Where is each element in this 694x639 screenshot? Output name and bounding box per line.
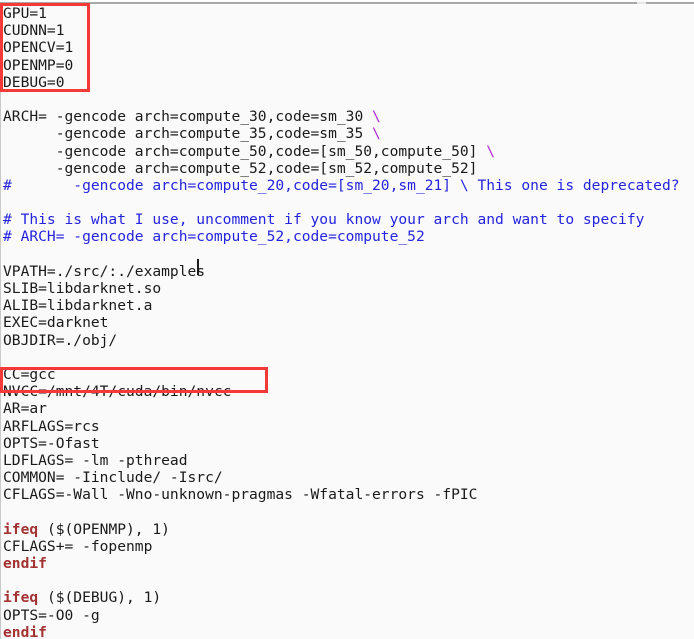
- code-token: # ARCH= -gencode arch=compute_52,code=co…: [3, 228, 425, 246]
- code-line: CC=gcc: [3, 366, 691, 383]
- code-line: DEBUG=0: [3, 74, 691, 91]
- code-token: EXEC=darknet: [3, 314, 109, 332]
- editor-left-gutter-edge: [0, 5, 1, 639]
- code-token: -gencode arch=compute_35,code=sm_35: [3, 125, 373, 143]
- code-token: -gencode arch=compute_50,code=[sm_50,com…: [3, 142, 487, 160]
- window-chrome-divider: [0, 2, 694, 4]
- code-line: NVCC=/mnt/4T/cuda/bin/nvcc: [3, 383, 691, 400]
- code-line: # -gencode arch=compute_20,code=[sm_20,s…: [3, 177, 691, 194]
- code-token: endif: [3, 623, 47, 639]
- code-line: OPTS=-Ofast: [3, 435, 691, 452]
- code-token: SLIB=libdarknet.so: [3, 280, 162, 297]
- code-token: ifeq: [3, 589, 39, 607]
- code-line: CUDNN=1: [3, 22, 691, 39]
- code-line: COMMON= -Iinclude/ -Isrc/: [3, 469, 691, 486]
- code-line: -gencode arch=compute_35,code=sm_35 \: [3, 125, 691, 142]
- code-token: ifeq: [3, 520, 39, 538]
- code-token: ($(DEBUG), 1): [38, 589, 162, 607]
- code-token: AR=ar: [3, 400, 47, 418]
- code-token: OBJDIR=./obj/: [3, 331, 118, 349]
- code-line: GPU=1: [3, 5, 691, 22]
- window-chrome-notch: [637, 2, 646, 4]
- code-token: \: [486, 142, 496, 160]
- code-token: \: [372, 108, 381, 126]
- code-line: EXEC=darknet: [3, 314, 691, 331]
- code-line: OBJDIR=./obj/: [3, 332, 691, 349]
- code-token: -gencode arch=compute_52,code=[sm_52,com…: [3, 159, 478, 177]
- code-token: GPU=1: [3, 5, 47, 22]
- code-token: LDFLAGS= -lm -pthread: [3, 451, 188, 469]
- code-line: ARCH= -gencode arch=compute_30,code=sm_3…: [3, 108, 691, 125]
- code-line: -gencode arch=compute_50,code=[sm_50,com…: [3, 143, 691, 160]
- code-line: -gencode arch=compute_52,code=[sm_52,com…: [3, 160, 691, 177]
- code-line: OPENCV=1: [3, 39, 691, 56]
- code-line: CFLAGS=-Wall -Wno-unknown-pragmas -Wfata…: [3, 486, 691, 503]
- code-token: # This is what I use, uncomment if you k…: [3, 211, 645, 229]
- code-line: AR=ar: [3, 400, 691, 417]
- code-token: CFLAGS+= -fopenmp: [3, 537, 153, 555]
- code-token: CUDNN=1: [3, 22, 65, 40]
- code-token: endif: [3, 555, 47, 572]
- code-token: VPATH=./src/:./examples: [3, 262, 206, 280]
- code-line: # This is what I use, uncomment if you k…: [3, 211, 691, 228]
- code-token: ARCH= -gencode arch=compute_30,code=sm_3…: [3, 108, 373, 126]
- code-token: CFLAGS=-Wall -Wno-unknown-pragmas -Wfata…: [3, 486, 478, 504]
- code-token: OPENCV=1: [3, 39, 74, 57]
- text-caret: [197, 259, 199, 275]
- code-editor-content[interactable]: GPU=1 CUDNN=1 OPENCV=1 OPENMP=0 DEBUG=0 ARCH…: [3, 5, 691, 639]
- code-token: OPTS=-O0 -g: [3, 606, 100, 624]
- code-line: LDFLAGS= -lm -pthread: [3, 452, 691, 469]
- code-line: OPTS=-O0 -g: [3, 607, 691, 624]
- code-line: ARFLAGS=rcs: [3, 418, 691, 435]
- code-token: \: [372, 125, 381, 143]
- code-line: CFLAGS+= -fopenmp: [3, 538, 691, 555]
- code-line: ifeq ($(DEBUG), 1): [3, 589, 691, 606]
- code-line: OPENMP=0: [3, 57, 691, 74]
- code-line: ifeq ($(OPENMP), 1): [3, 521, 691, 538]
- code-token: OPENMP=0: [3, 56, 74, 74]
- code-token: OPTS=-Ofast: [3, 434, 100, 452]
- code-token: COMMON= -Iinclude/ -Isrc/: [3, 469, 223, 487]
- code-token: ARFLAGS=rcs: [3, 417, 100, 435]
- code-line: endif: [3, 555, 691, 572]
- code-token: ($(OPENMP), 1): [38, 520, 170, 538]
- code-token: CC=gcc: [3, 365, 56, 383]
- code-line: SLIB=libdarknet.so: [3, 280, 691, 297]
- code-line: ALIB=libdarknet.a: [3, 297, 691, 314]
- editor-window: GPU=1 CUDNN=1 OPENCV=1 OPENMP=0 DEBUG=0 ARCH…: [0, 0, 694, 639]
- code-token: NVCC=/mnt/4T/cuda/bin/nvcc: [3, 383, 232, 401]
- code-line: VPATH=./src/:./examples: [3, 263, 691, 280]
- code-line: # ARCH= -gencode arch=compute_52,code=co…: [3, 228, 691, 245]
- code-token: ALIB=libdarknet.a: [3, 297, 153, 315]
- code-token: # -gencode arch=compute_20,code=[sm_20,s…: [3, 176, 680, 194]
- code-line: endif: [3, 624, 691, 639]
- code-token: DEBUG=0: [3, 73, 65, 91]
